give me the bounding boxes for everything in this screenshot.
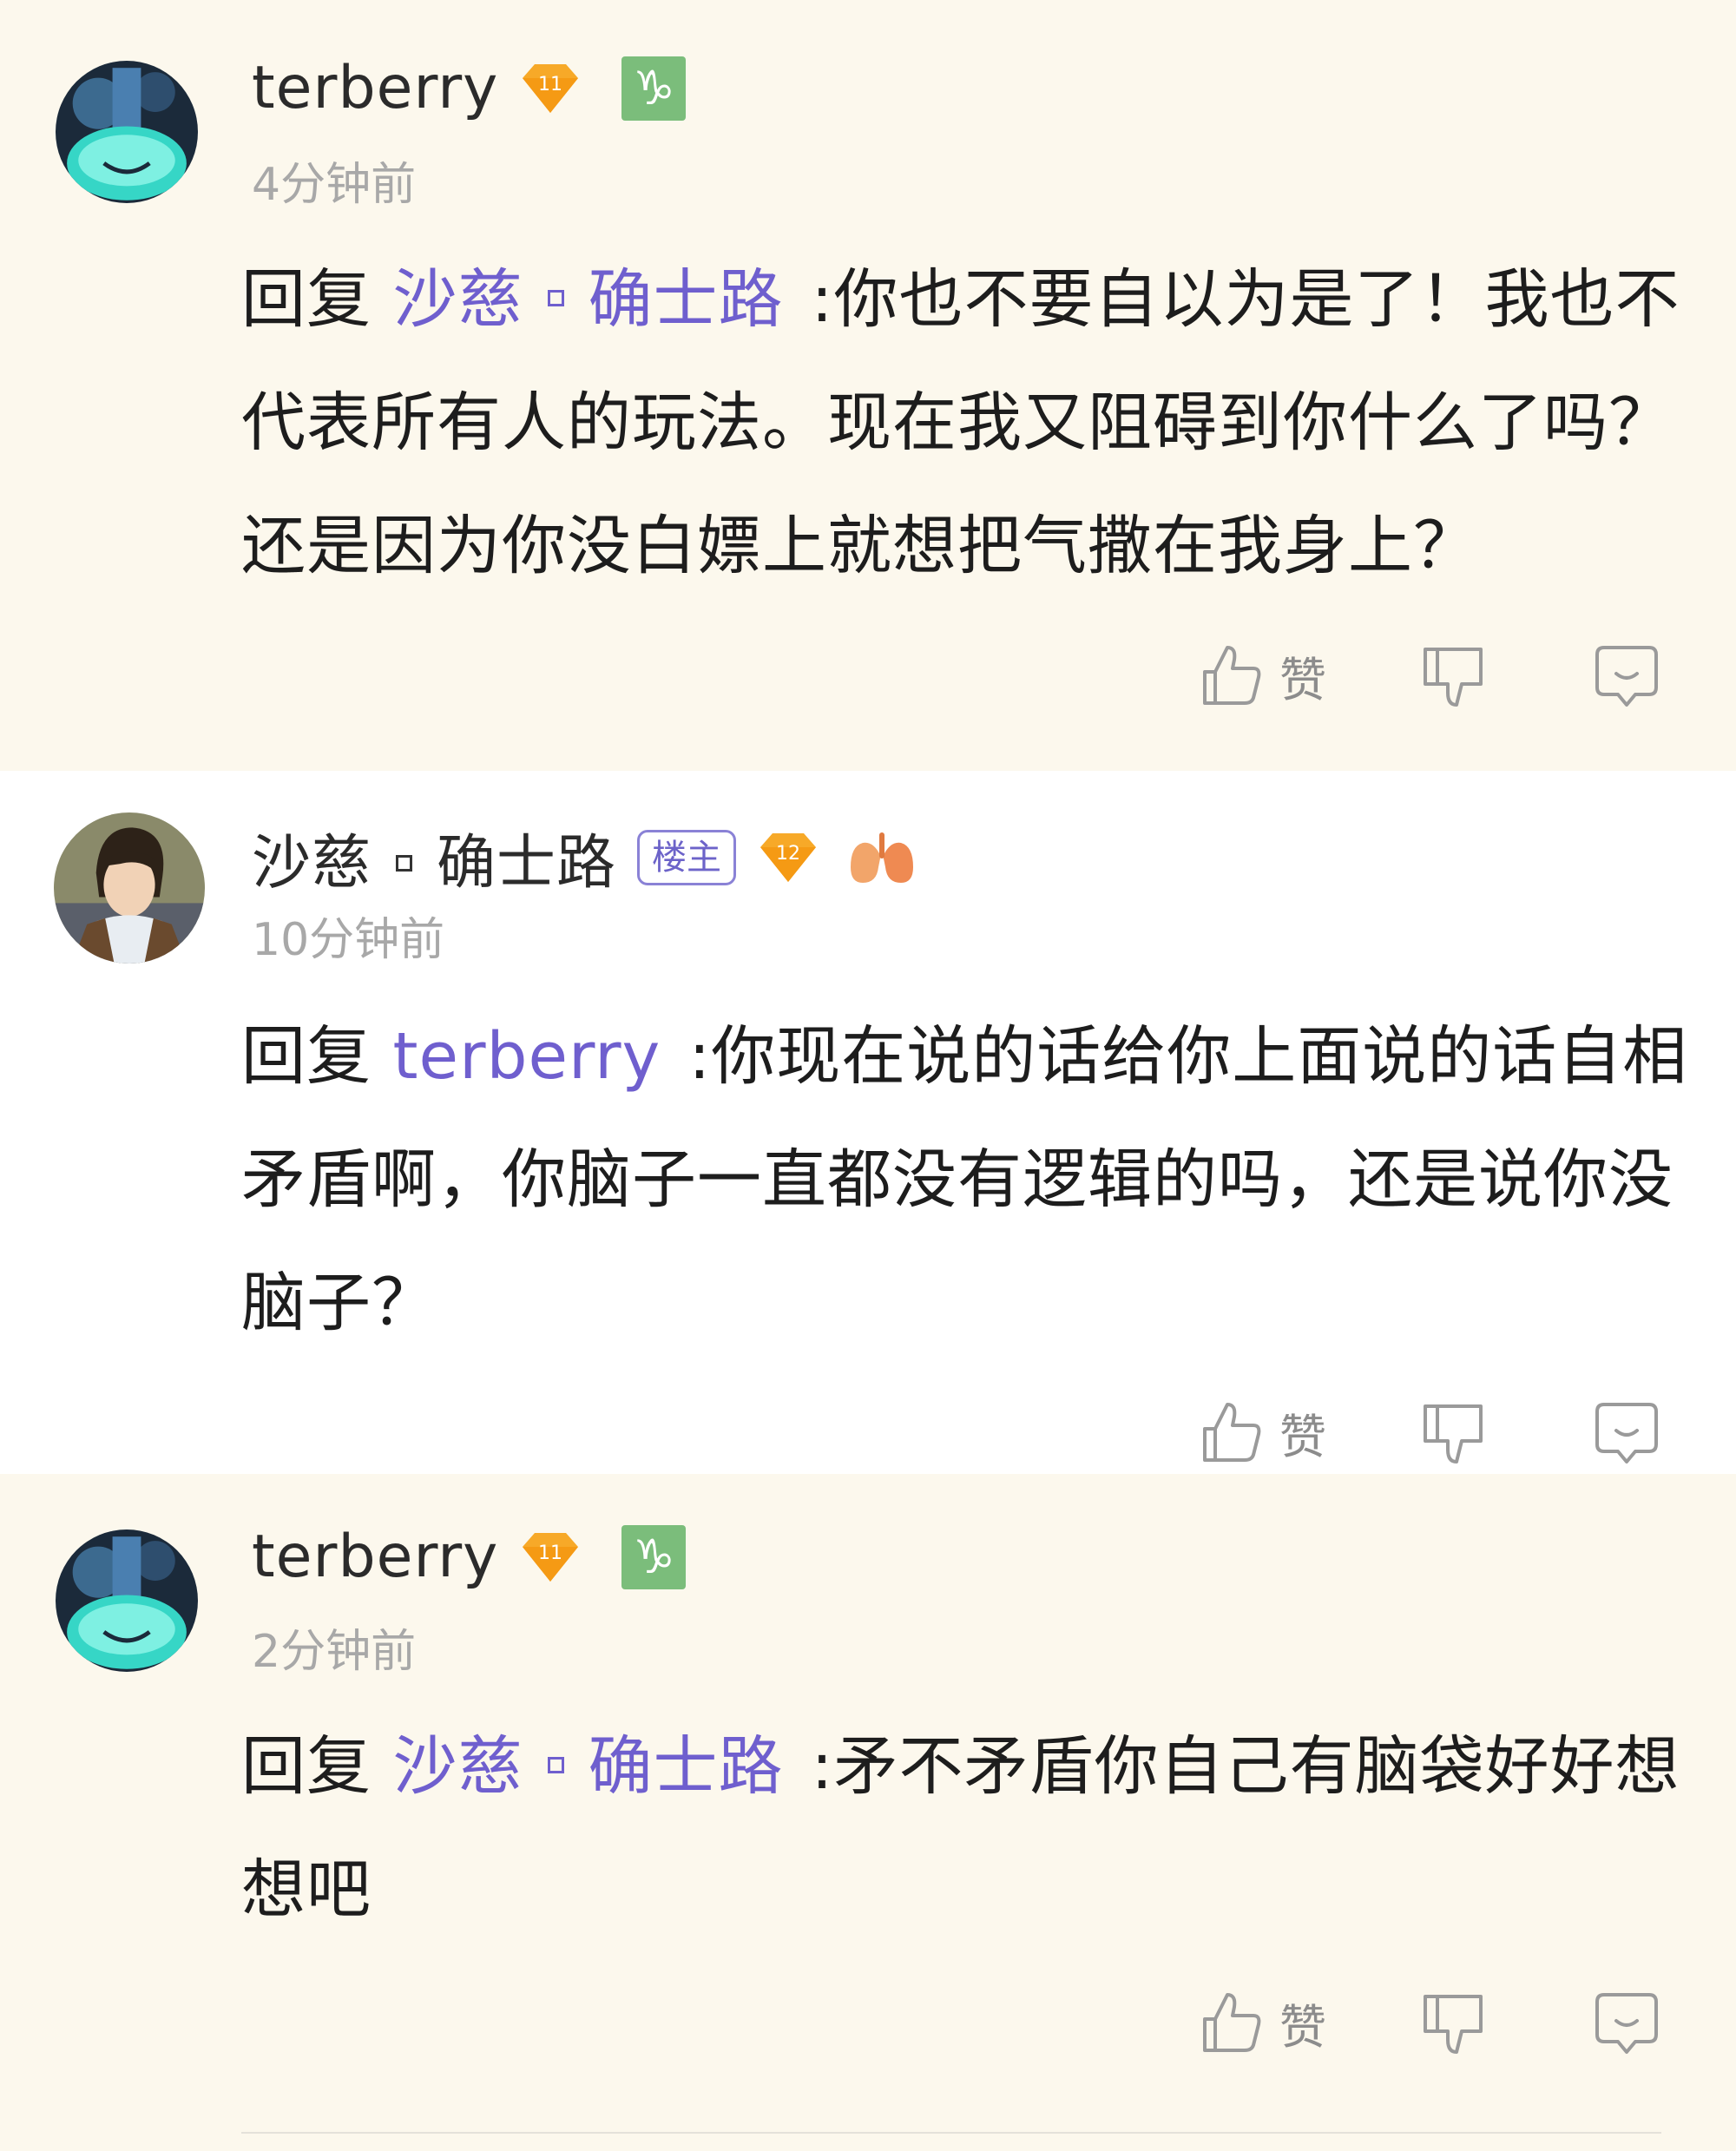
divider	[241, 2132, 1661, 2134]
username[interactable]: 沙慈 确士路	[252, 814, 616, 900]
comment-actions: 赞	[1196, 1988, 1661, 2057]
like-label: 赞	[1279, 1999, 1326, 2055]
username[interactable]: terberry	[252, 54, 498, 122]
avatar[interactable]	[56, 1529, 198, 1672]
comment-header: terberry 11 ♑	[252, 54, 687, 122]
like-label: 赞	[1279, 1409, 1326, 1464]
level-badge-icon: 12	[760, 832, 817, 882]
op-badge: 楼主	[637, 829, 737, 885]
like-button[interactable]: 赞	[1196, 1398, 1326, 1467]
thumbs-down-icon	[1424, 1404, 1483, 1464]
avatar[interactable]	[54, 812, 205, 964]
capricorn-icon: ♑	[621, 56, 687, 121]
svg-text:11: 11	[538, 74, 562, 95]
svg-text:12: 12	[776, 843, 800, 865]
like-button[interactable]: 赞	[1196, 641, 1326, 710]
svg-text:11: 11	[538, 1543, 562, 1564]
reply-prefix: 回复	[241, 1019, 372, 1094]
comment-header: terberry 11 ♑	[252, 1523, 687, 1591]
comment-item: 沙慈 确士路 楼主 12 10分钟前 回复 terberry:你现在说的话给你上面…	[0, 771, 1736, 1474]
level-badge-icon: 11	[523, 63, 579, 113]
dislike-button[interactable]	[1418, 1398, 1488, 1467]
like-label: 赞	[1279, 652, 1326, 707]
comment-bubble-icon	[1595, 1993, 1658, 2054]
username[interactable]: terberry	[252, 1523, 498, 1591]
mention-link[interactable]: 沙慈 确士路	[393, 262, 784, 337]
capricorn-icon: ♑	[621, 1524, 687, 1589]
comment-time: 2分钟前	[252, 1626, 417, 1678]
thumbs-up-icon	[1203, 1403, 1261, 1462]
comment-bubble-icon	[1595, 1403, 1658, 1464]
comment-time: 4分钟前	[252, 159, 417, 211]
dislike-button[interactable]	[1418, 641, 1488, 710]
comment-text: 回复 terberry:你现在说的话给你上面说的话自相矛盾啊，你脑子一直都没有逻…	[241, 995, 1700, 1365]
level-badge-icon: 11	[523, 1532, 579, 1582]
reply-button[interactable]	[1592, 1398, 1661, 1467]
reply-button[interactable]	[1592, 641, 1661, 710]
comment-text: 回复 沙慈 确士路:你也不要自以为是了！我也不代表所有人的玩法。现在我又阻碍到你什…	[241, 238, 1700, 608]
comment-item: terberry 11 ♑ 4分钟前 回复 沙慈 确士路:你也不要自以为是了！我也…	[0, 0, 1736, 771]
lungs-icon	[851, 832, 914, 883]
comment-header: 沙慈 确士路 楼主 12	[252, 814, 917, 900]
reply-button[interactable]	[1592, 1988, 1661, 2057]
mention-link[interactable]: terberry	[393, 1019, 661, 1094]
thumbs-up-icon	[1203, 646, 1261, 705]
thumbs-down-icon	[1424, 1995, 1483, 2054]
comment-actions: 赞	[1196, 1398, 1661, 1467]
comment-time: 10分钟前	[252, 914, 445, 966]
reply-prefix: 回复	[241, 1729, 372, 1804]
avatar[interactable]	[56, 61, 198, 203]
mention-link[interactable]: 沙慈 确士路	[393, 1729, 784, 1804]
comment-item: terberry 11 ♑ 2分钟前 回复 沙慈 确士路:矛不矛盾你自己有脑袋好好…	[0, 1474, 1736, 2151]
comment-actions: 赞	[1196, 641, 1661, 710]
like-button[interactable]: 赞	[1196, 1988, 1326, 2057]
thumbs-up-icon	[1203, 1993, 1261, 2052]
comment-text: 回复 沙慈 确士路:矛不矛盾你自己有脑袋好好想想吧	[241, 1705, 1700, 1951]
dislike-button[interactable]	[1418, 1988, 1488, 2057]
comment-bubble-icon	[1595, 646, 1658, 707]
thumbs-down-icon	[1424, 648, 1483, 707]
reply-prefix: 回复	[241, 262, 372, 337]
